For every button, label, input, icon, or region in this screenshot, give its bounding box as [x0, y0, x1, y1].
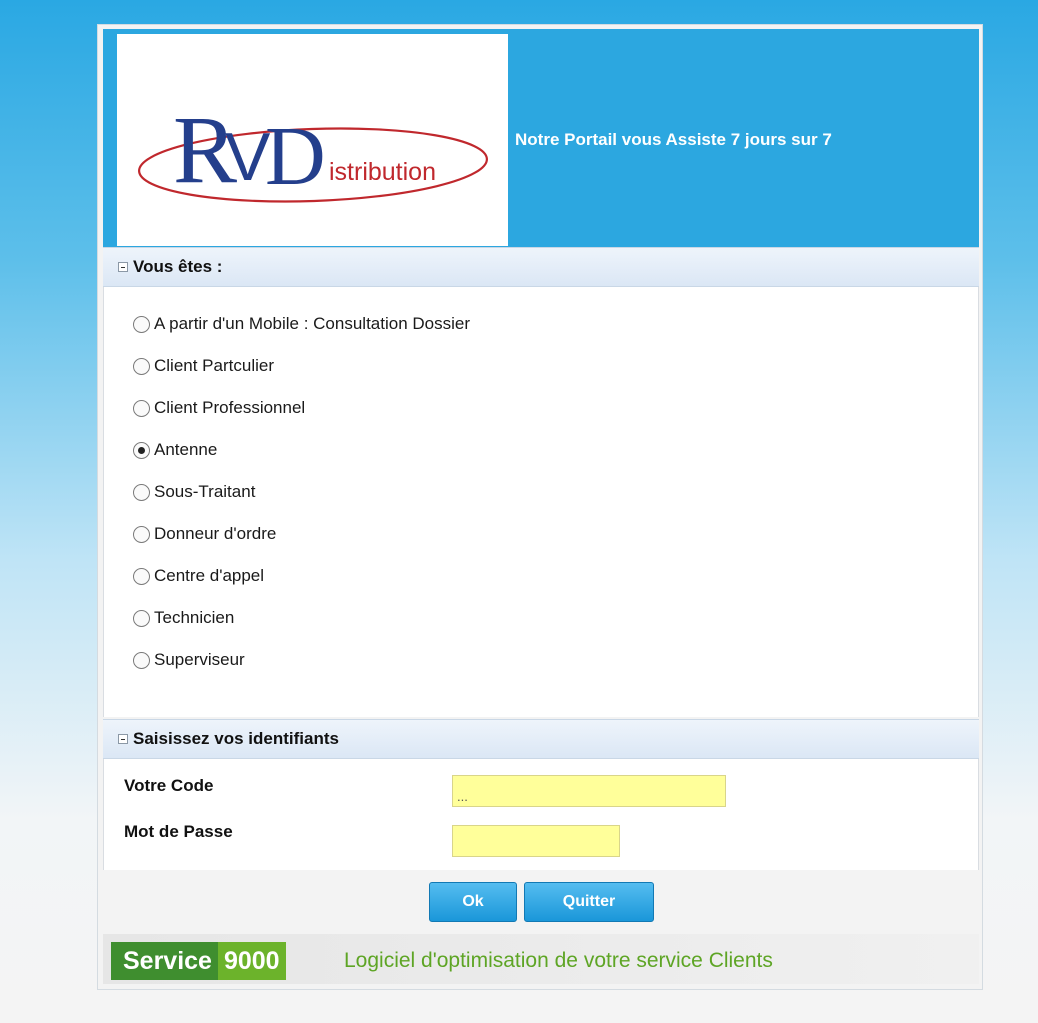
company-logo: R V D istribution [117, 34, 508, 246]
service-logo-number: 9000 [217, 942, 286, 980]
ok-button[interactable]: Ok [429, 882, 517, 922]
role-option-client-professionnel[interactable]: Client Professionnel [133, 395, 305, 421]
radio-button[interactable] [133, 525, 150, 543]
logo-wordmark: istribution [329, 158, 436, 186]
password-input[interactable] [452, 825, 620, 857]
logo-graphic: R V D istribution [138, 96, 488, 203]
role-option-client-particulier[interactable]: Client Partculier [133, 353, 274, 379]
radio-button[interactable] [133, 483, 150, 501]
role-option-label: Antenne [154, 440, 218, 459]
role-option-label: Superviseur [154, 650, 245, 669]
quit-button[interactable]: Quitter [524, 882, 654, 922]
role-option-label: Client Professionnel [154, 398, 306, 417]
service-9000-logo: Service 9000 [111, 942, 286, 980]
role-option-sous-traitant[interactable]: Sous-Traitant [133, 479, 255, 505]
footer-banner: Service 9000 Logiciel d'optimisation de … [103, 934, 979, 984]
role-option-label: Centre d'appel [154, 566, 265, 585]
credentials-panel: Votre Code Mot de Passe [103, 759, 979, 870]
logo-letter-d: D [265, 110, 326, 203]
role-option-label: Donneur d'ordre [154, 524, 277, 543]
role-option-label: Sous-Traitant [154, 482, 256, 501]
collapse-icon[interactable] [118, 734, 128, 744]
role-option-superviseur[interactable]: Superviseur [133, 647, 245, 673]
role-option-label: Technicien [154, 608, 235, 627]
role-option-label: A partir d'un Mobile : Consultation Doss… [154, 314, 471, 333]
role-option-donneur-ordre[interactable]: Donneur d'ordre [133, 521, 276, 547]
footer-slogan: Logiciel d'optimisation de votre service… [344, 949, 773, 972]
role-option-technicien[interactable]: Technicien [133, 605, 234, 631]
role-section-header[interactable]: Vous êtes : [103, 247, 979, 287]
login-section-header[interactable]: Saisissez vos identifiants [103, 719, 979, 759]
radio-button[interactable] [133, 651, 150, 669]
header-banner: R V D istribution Notre Portail vous Ass… [103, 29, 979, 247]
radio-button[interactable] [133, 357, 150, 375]
radio-button[interactable] [133, 609, 150, 627]
service-logo-word: Service [111, 942, 218, 980]
role-option-centre-appel[interactable]: Centre d'appel [133, 563, 264, 589]
collapse-icon[interactable] [118, 262, 128, 272]
role-option-antenne[interactable]: Antenne [133, 437, 217, 463]
radio-button-checked[interactable] [133, 441, 150, 459]
code-label: Votre Code [124, 776, 214, 795]
radio-button[interactable] [133, 315, 150, 333]
radio-button[interactable] [133, 399, 150, 417]
login-section-title: Saisissez vos identifiants [133, 729, 339, 748]
login-card: R V D istribution Notre Portail vous Ass… [97, 24, 983, 990]
role-option-label: Client Partculier [154, 356, 274, 375]
portal-tagline: Notre Portail vous Assiste 7 jours sur 7 [515, 130, 832, 149]
code-input[interactable] [452, 775, 726, 807]
role-option-mobile[interactable]: A partir d'un Mobile : Consultation Doss… [133, 311, 470, 337]
radio-button[interactable] [133, 567, 150, 585]
role-section-title: Vous êtes : [133, 257, 223, 276]
role-options-panel: A partir d'un Mobile : Consultation Doss… [103, 287, 979, 717]
password-label: Mot de Passe [124, 822, 233, 841]
